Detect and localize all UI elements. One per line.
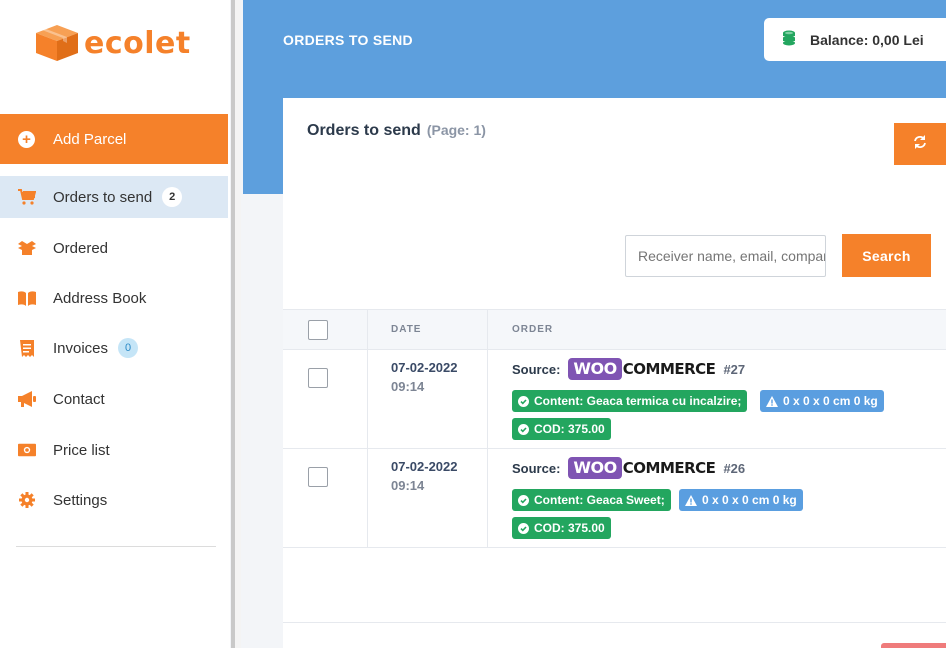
dimensions-text: 0 x 0 x 0 cm 0 kg — [702, 493, 797, 507]
order-date: 07-02-2022 — [391, 459, 458, 474]
logo-text: ecolet — [84, 25, 191, 61]
box-icon — [18, 239, 36, 257]
sidebar-divider — [16, 546, 216, 547]
money-icon — [18, 441, 36, 459]
warning-icon — [685, 494, 697, 506]
plus-circle-icon: + — [18, 130, 35, 148]
orders-count-badge: 2 — [162, 187, 183, 207]
sidebar-item-label: Contact — [53, 390, 105, 408]
search-input[interactable] — [625, 235, 826, 277]
sidebar-item-label: Settings — [53, 491, 108, 509]
book-icon — [18, 289, 36, 307]
content-tag: Content: Geaca termica cu incalzire; — [512, 390, 748, 412]
box-logo-icon — [36, 25, 78, 61]
table-row: 07-02-2022 09:14 Source: WOO COMMERCE #27… — [283, 350, 946, 449]
sidebar-item-label: Address Book — [53, 289, 147, 307]
invoices-count-badge: 0 — [118, 338, 139, 358]
card-title: Orders to send (Page: 1) — [307, 122, 486, 140]
select-all-checkbox[interactable] — [308, 320, 328, 340]
content-text: Content: Geaca termica cu incalzire; — [534, 394, 742, 408]
order-source: Source: WOO COMMERCE #27 — [512, 358, 745, 380]
content-tag: Content: Geaca Sweet; — [512, 489, 671, 511]
balance-widget[interactable]: Balance: 0,00 Lei — [764, 18, 946, 61]
card-footer-divider — [283, 622, 946, 623]
search-button[interactable]: Search — [842, 234, 931, 277]
card-title-text: Orders to send — [307, 122, 421, 139]
dimensions-text: 0 x 0 x 0 cm 0 kg — [783, 394, 878, 408]
row-checkbox[interactable] — [308, 467, 328, 487]
gear-icon — [18, 491, 36, 509]
balance-text: Balance: 0,00 Lei — [810, 31, 924, 48]
row-checkbox[interactable] — [308, 368, 328, 388]
logo[interactable]: ecolet — [36, 25, 191, 61]
sidebar-item-settings[interactable]: Settings — [0, 479, 228, 521]
source-label: Source: — [512, 361, 561, 377]
woocommerce-logo: WOO COMMERCE — [568, 358, 716, 380]
cod-text: COD: 375.00 — [534, 422, 605, 436]
cod-tag: COD: 375.00 — [512, 418, 611, 440]
sidebar-item-label: Ordered — [53, 239, 109, 257]
refresh-icon — [913, 134, 927, 154]
check-circle-icon — [518, 522, 529, 534]
warning-icon — [766, 395, 778, 407]
cod-text: COD: 375.00 — [534, 521, 605, 535]
delete-button[interactable] — [881, 643, 946, 648]
order-number[interactable]: #26 — [723, 461, 745, 476]
coins-icon — [782, 30, 796, 49]
order-time: 09:14 — [391, 478, 425, 493]
sidebar-item-contact[interactable]: Contact — [0, 378, 228, 420]
table-row: 07-02-2022 09:14 Source: WOO COMMERCE #26… — [283, 449, 946, 548]
woo-logo-box: WOO — [568, 457, 622, 479]
sidebar-item-label: Invoices — [53, 339, 109, 357]
check-circle-icon — [518, 395, 529, 407]
sidebar-item-ordered[interactable]: Ordered — [0, 227, 228, 269]
cod-tag: COD: 375.00 — [512, 517, 611, 539]
source-label: Source: — [512, 460, 561, 476]
sidebar: ecolet + Add Parcel Orders to send 2 Ord… — [0, 0, 230, 648]
order-time: 09:14 — [391, 379, 425, 394]
order-number[interactable]: #27 — [723, 362, 745, 377]
column-header-date: DATE — [391, 324, 422, 335]
sidebar-item-price-list[interactable]: Price list — [0, 429, 228, 471]
add-parcel-label: Add Parcel — [53, 130, 127, 148]
sidebar-item-orders-to-send[interactable]: Orders to send 2 — [0, 176, 228, 218]
woocommerce-logo: WOO COMMERCE — [568, 457, 716, 479]
woo-logo-box: WOO — [568, 358, 622, 380]
sidebar-resize-handle[interactable] — [231, 0, 241, 648]
table-header: DATE ORDER — [283, 309, 946, 350]
order-source: Source: WOO COMMERCE #26 — [512, 457, 745, 479]
order-date: 07-02-2022 — [391, 360, 458, 375]
column-header-order: ORDER — [512, 324, 554, 335]
dimensions-tag: 0 x 0 x 0 cm 0 kg — [679, 489, 803, 511]
content-text: Content: Geaca Sweet; — [534, 493, 665, 507]
check-circle-icon — [518, 494, 529, 506]
check-circle-icon — [518, 423, 529, 435]
sidebar-item-address-book[interactable]: Address Book — [0, 277, 228, 319]
megaphone-icon — [18, 390, 36, 408]
woo-logo-text: COMMERCE — [622, 459, 716, 477]
woo-logo-text: COMMERCE — [622, 360, 716, 378]
cart-icon — [18, 188, 36, 206]
invoice-icon — [18, 339, 36, 357]
orders-card: Orders to send (Page: 1) Search DATE ORDE… — [283, 98, 946, 648]
page-indicator: (Page: 1) — [426, 122, 486, 138]
add-parcel-button[interactable]: + Add Parcel — [0, 114, 228, 164]
sidebar-item-label: Orders to send — [53, 188, 153, 206]
dimensions-tag: 0 x 0 x 0 cm 0 kg — [760, 390, 884, 412]
sidebar-item-invoices[interactable]: Invoices 0 — [0, 327, 228, 369]
page-title: ORDERS TO SEND — [283, 32, 413, 48]
refresh-button[interactable] — [894, 123, 946, 165]
sidebar-item-label: Price list — [53, 441, 110, 459]
